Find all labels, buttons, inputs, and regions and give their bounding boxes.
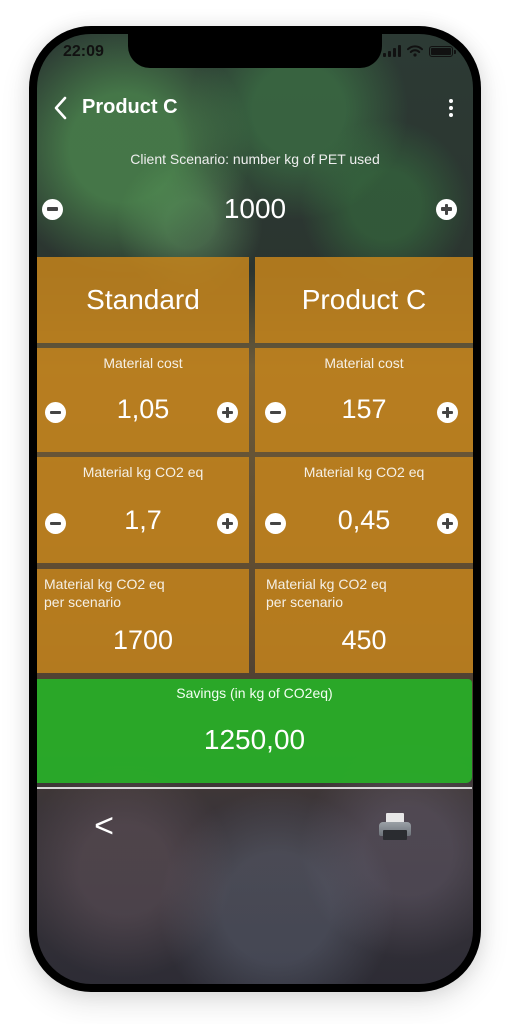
scenario-label: Client Scenario: number kg of PET used <box>130 151 380 167</box>
phone-frame: 22:09 Product C Client Scenario: number … <box>29 26 481 992</box>
savings-panel: Savings (in kg of CO2eq) 1250,00 <box>37 679 472 783</box>
product-material-cost-tile: Material cost 157 <box>255 348 473 452</box>
material-co2-label: Material kg CO2 eq <box>303 464 425 480</box>
bottom-back-button[interactable]: < <box>89 809 119 843</box>
scenario-value[interactable]: 1000 <box>224 193 286 225</box>
standard-co2-increment-button[interactable] <box>217 513 238 534</box>
material-co2-label: Material kg CO2 eq <box>82 464 204 480</box>
back-button[interactable] <box>47 93 75 123</box>
more-vertical-icon <box>449 99 453 103</box>
standard-header-tile: Standard <box>37 257 249 343</box>
scenario-decrement-button[interactable] <box>42 198 63 220</box>
standard-cost-increment-button[interactable] <box>217 402 238 423</box>
per-scenario-label-line1: Material kg CO2 eq <box>44 576 165 592</box>
wifi-icon <box>407 45 423 57</box>
status-time: 22:09 <box>63 43 104 60</box>
page-title: Product C <box>82 96 178 118</box>
product-per-scenario-tile: Material kg CO2 eq per scenario 450 <box>255 569 473 673</box>
per-scenario-label-line2: per scenario <box>44 594 122 610</box>
divider <box>37 787 472 789</box>
material-cost-label: Material cost <box>324 355 404 371</box>
standard-material-cost-tile: Material cost 1,05 <box>37 348 249 452</box>
minus-circle-icon <box>47 207 58 211</box>
product-per-scenario-value: 450 <box>341 625 387 655</box>
per-scenario-label: Material kg CO2 eq per scenario <box>266 575 387 611</box>
status-icons <box>383 45 456 57</box>
material-cost-label: Material cost <box>103 355 183 371</box>
savings-value: 1250,00 <box>203 724 306 755</box>
scenario-stepper: 1000 <box>37 190 473 228</box>
notch <box>128 34 382 68</box>
standard-per-scenario-tile: Material kg CO2 eq per scenario 1700 <box>37 569 249 673</box>
print-button[interactable] <box>379 813 413 843</box>
product-cost-increment-button[interactable] <box>437 402 458 423</box>
standard-material-co2-tile: Material kg CO2 eq 1,7 <box>37 457 249 563</box>
per-scenario-label: Material kg CO2 eq per scenario <box>44 575 165 611</box>
chevron-left-icon <box>54 96 67 120</box>
scenario-increment-button[interactable] <box>436 198 457 220</box>
product-header-tile: Product C <box>255 257 473 343</box>
product-material-co2-tile: Material kg CO2 eq 0,45 <box>255 457 473 563</box>
product-co2-increment-button[interactable] <box>437 513 458 534</box>
column-header-standard: Standard <box>86 284 200 315</box>
per-scenario-label-line2: per scenario <box>266 594 344 610</box>
savings-label: Savings (in kg of CO2eq) <box>176 685 333 701</box>
battery-icon <box>429 45 456 57</box>
standard-per-scenario-value: 1700 <box>112 625 174 655</box>
column-header-product: Product C <box>301 284 427 315</box>
per-scenario-label-line1: Material kg CO2 eq <box>266 576 387 592</box>
nav-bar: Product C <box>37 90 473 126</box>
signal-icon <box>383 45 401 57</box>
app-screen: 22:09 Product C Client Scenario: number … <box>37 34 473 984</box>
more-options-button[interactable] <box>443 97 459 119</box>
